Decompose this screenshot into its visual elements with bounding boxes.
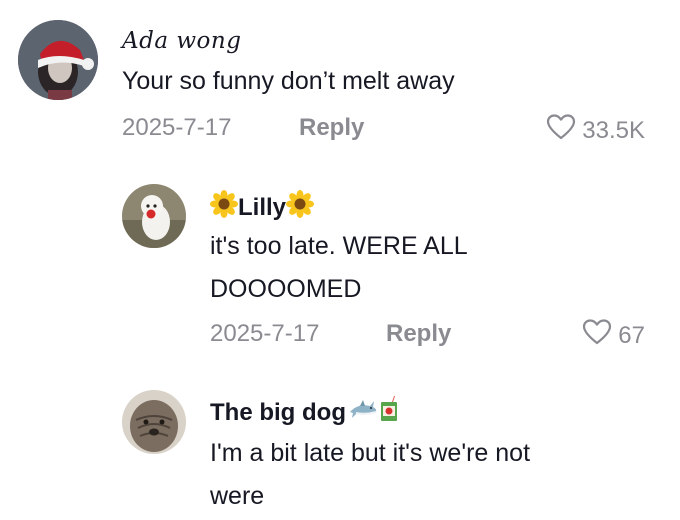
comment-item: The big dog I'm a bit late but it's we'r…: [0, 380, 680, 520]
sunflower-icon: [210, 190, 238, 225]
shark-icon: [348, 397, 378, 428]
username-text: The big dog: [210, 398, 346, 426]
avatar[interactable]: [18, 20, 98, 100]
avatar[interactable]: [122, 390, 186, 454]
comment-item: Ada wong Your so funny don’t melt away 2…: [0, 0, 680, 160]
comment-text: Your so funny don’t melt away: [122, 67, 455, 95]
sunflower-icon: [286, 190, 315, 225]
comment-date: 2025-7-17: [122, 114, 232, 141]
heart-icon: [582, 318, 612, 353]
username-text: Lilly: [238, 193, 287, 221]
comment-text-line: were: [210, 482, 265, 510]
username[interactable]: Lilly: [210, 190, 315, 225]
like-count: 67: [618, 321, 645, 349]
comment-date: 2025-7-17: [210, 320, 320, 347]
comment-text-line: I'm a bit late but it's we're not: [210, 439, 531, 467]
heart-icon: [546, 113, 576, 148]
username[interactable]: Ada wong: [122, 28, 241, 54]
comment-item: Lilly it's too late. WERE ALL DOOOOMED 2…: [0, 170, 680, 370]
username[interactable]: The big dog: [210, 396, 400, 429]
comment-text: I'm a bit late but it's we're not were: [210, 432, 530, 518]
comment-text-line: DOOOOMED: [210, 275, 362, 303]
juice-box-icon: [378, 396, 400, 429]
avatar[interactable]: [122, 184, 186, 248]
reply-button[interactable]: Reply: [386, 320, 451, 348]
reply-button[interactable]: Reply: [299, 114, 364, 142]
like-button[interactable]: 33.5K: [546, 113, 645, 148]
like-count: 33.5K: [582, 116, 645, 144]
like-button[interactable]: 67: [582, 318, 645, 353]
comment-text: it's too late. WERE ALL DOOOOMED: [210, 225, 468, 311]
comment-text-line: it's too late. WERE ALL: [210, 232, 468, 260]
